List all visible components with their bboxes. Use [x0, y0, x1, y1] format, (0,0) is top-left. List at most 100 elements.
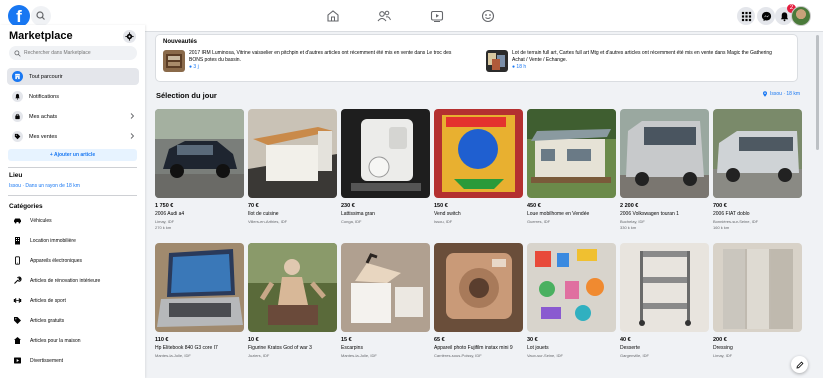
listing-card[interactable]: 30 € Lot jouets Vaux-sur-Seine, IDF: [527, 243, 616, 358]
menu-grid-icon: [741, 11, 751, 21]
listing-location: Limay, IDF: [713, 353, 733, 358]
category-vehicles[interactable]: Véhicules: [7, 212, 139, 229]
sidebar-item-notifications[interactable]: Notifications: [7, 88, 139, 105]
listing-title: Îlot de cuisine: [248, 211, 279, 217]
listing-card[interactable]: 700 € 2006 FIAT doblo Bonnières-sur-Sein…: [713, 109, 802, 230]
listing-location: Mantes-la-Jolie, IDF: [341, 353, 377, 358]
listing-price: 15 €: [341, 337, 352, 343]
listing-card[interactable]: 1 750 € 2006 Audi a4 Limay, IDF 270 k km: [155, 109, 244, 230]
house-icon: [12, 335, 23, 346]
listing-photo: [713, 109, 802, 198]
news-item[interactable]: Lot de terrain full art, Cartes full art…: [486, 50, 782, 72]
news-text: 2017 IRM Luminosa, Vitrine vaisselier en…: [189, 50, 452, 63]
listing-photo: [155, 243, 244, 332]
search-icon: [36, 11, 45, 20]
listing-location: Buchelay, IDF: [620, 219, 645, 224]
listing-title: Vend switch: [434, 211, 461, 217]
listing-mileage: 330 k km: [620, 225, 637, 230]
listing-title: Desserte: [620, 345, 641, 351]
listing-location: Bonnières-sur-Seine, IDF: [713, 219, 759, 224]
listing-title: Escarpins: [341, 345, 363, 351]
search-input[interactable]: [24, 50, 134, 56]
category-label: Appareils électroniques: [30, 257, 82, 264]
listing-card[interactable]: 70 € Îlot de cuisine Villers-en-Arthies,…: [248, 109, 337, 224]
location-filter-link[interactable]: Issou · Dans un rayon de 18 km: [9, 183, 80, 189]
location-link-label: Issou · 18 km: [770, 91, 801, 97]
category-label: Articles gratuits: [30, 317, 65, 324]
listing-card[interactable]: 150 € Vend switch Issou, IDF: [434, 109, 523, 224]
listing-title: Loue mobilhome en Vendée: [527, 211, 590, 217]
bag-icon: [12, 111, 23, 122]
categories-heading: Catégories: [9, 203, 43, 210]
news-title: Nouveautés: [163, 39, 198, 45]
category-entertainment[interactable]: Divertissement: [7, 352, 139, 369]
listing-mileage: 160 k km: [713, 225, 730, 230]
listing-price: 230 €: [341, 203, 355, 209]
sidebar-item-purchases[interactable]: Mes achats: [7, 108, 139, 125]
facebook-logo[interactable]: f: [8, 5, 30, 27]
listing-card[interactable]: 230 € Lattissima gran Conga, IDF: [341, 109, 430, 224]
messenger-button[interactable]: [757, 7, 775, 25]
listing-price: 110 €: [155, 337, 169, 343]
groups-icon[interactable]: [478, 6, 498, 26]
listing-location: Carrières-sous-Poissy, IDF: [434, 353, 482, 358]
listing-card[interactable]: 65 € Appareil photo Fujifilm instax mini…: [434, 243, 523, 358]
new-message-button[interactable]: [791, 356, 808, 373]
listing-price: 65 €: [434, 337, 445, 343]
category-electronics[interactable]: Appareils électroniques: [7, 252, 139, 269]
listing-location: Gargenville, IDF: [620, 353, 649, 358]
listing-card[interactable]: 450 € Loue mobilhome en Vendée Guerres, …: [527, 109, 616, 224]
search-button[interactable]: [31, 6, 51, 26]
listing-title: 2006 Audi a4: [155, 211, 185, 217]
building-icon: [12, 235, 23, 246]
listing-price: 70 €: [248, 203, 259, 209]
listing-card[interactable]: 10 € Figurine Kratos God of war 3 Juzier…: [248, 243, 337, 358]
notifications-icon: [780, 11, 788, 21]
scrollbar[interactable]: [816, 35, 819, 150]
listing-location: Juziers, IDF: [248, 353, 270, 358]
phone-icon: [12, 255, 23, 266]
location-link[interactable]: Issou · 18 km: [762, 91, 800, 97]
news-timestamp: ● 18 h: [512, 64, 527, 70]
sidebar-item-sales[interactable]: Mes ventes: [7, 128, 139, 145]
category-sports[interactable]: Articles de sport: [7, 292, 139, 309]
avatar[interactable]: [791, 6, 811, 26]
listing-card[interactable]: 110 € Hp Elitebook 840 G3 core I7 Mantes…: [155, 243, 244, 358]
divider: [8, 167, 137, 168]
home-icon[interactable]: [323, 6, 343, 26]
sidebar-item-label: Notifications: [29, 93, 59, 100]
menu-button[interactable]: [737, 7, 755, 25]
listing-title: Lot jouets: [527, 345, 549, 351]
friends-icon[interactable]: [374, 6, 394, 26]
sidebar-item-label: Mes achats: [29, 113, 58, 120]
marketplace-search: [9, 46, 137, 60]
news-item[interactable]: 2017 IRM Luminosa, Vitrine vaisselier en…: [163, 50, 459, 72]
category-rentals[interactable]: Location immobilière: [7, 232, 139, 249]
listing-card[interactable]: 200 € Dressing Limay, IDF: [713, 243, 802, 358]
sidebar-item-browse-all[interactable]: Tout parcourir: [7, 68, 139, 85]
listing-title: Lattissima gran: [341, 211, 375, 217]
category-label: Location immobilière: [30, 237, 76, 244]
settings-button[interactable]: [123, 30, 136, 43]
watch-icon[interactable]: [427, 6, 447, 26]
listing-card[interactable]: 40 € Desserte Gargenville, IDF: [620, 243, 709, 358]
storefront-icon: [12, 71, 23, 82]
sidebar-item-label: Tout parcourir: [29, 73, 63, 80]
news-card: Nouveautés 2017 IRM Luminosa, Vitrine va…: [155, 34, 798, 82]
listing-title: Appareil photo Fujifilm instax mini 9: [434, 345, 513, 351]
category-household[interactable]: Articles pour la maison: [7, 332, 139, 349]
category-free-items[interactable]: Articles gratuits: [7, 312, 139, 329]
listing-photo: [527, 109, 616, 198]
category-home-improvement[interactable]: Articles de rénovation intérieure: [7, 272, 139, 289]
listing-card[interactable]: 2 200 € 2006 Volkswagen touran 1 Buchela…: [620, 109, 709, 230]
listing-location: Limay, IDF: [155, 219, 175, 224]
compose-icon: [796, 361, 803, 368]
main-feed: Nouveautés 2017 IRM Luminosa, Vitrine va…: [145, 25, 823, 378]
news-thumbnail: [163, 50, 185, 72]
listing-card[interactable]: 15 € Escarpins Mantes-la-Jolie, IDF: [341, 243, 430, 358]
gift-tag-icon: [12, 315, 23, 326]
news-text: Lot de terrain full art, Cartes full art…: [512, 50, 772, 63]
listing-photo: [527, 243, 616, 332]
add-listing-button[interactable]: + Ajouter un article: [8, 149, 137, 161]
category-label: Articles pour la maison: [30, 337, 81, 344]
